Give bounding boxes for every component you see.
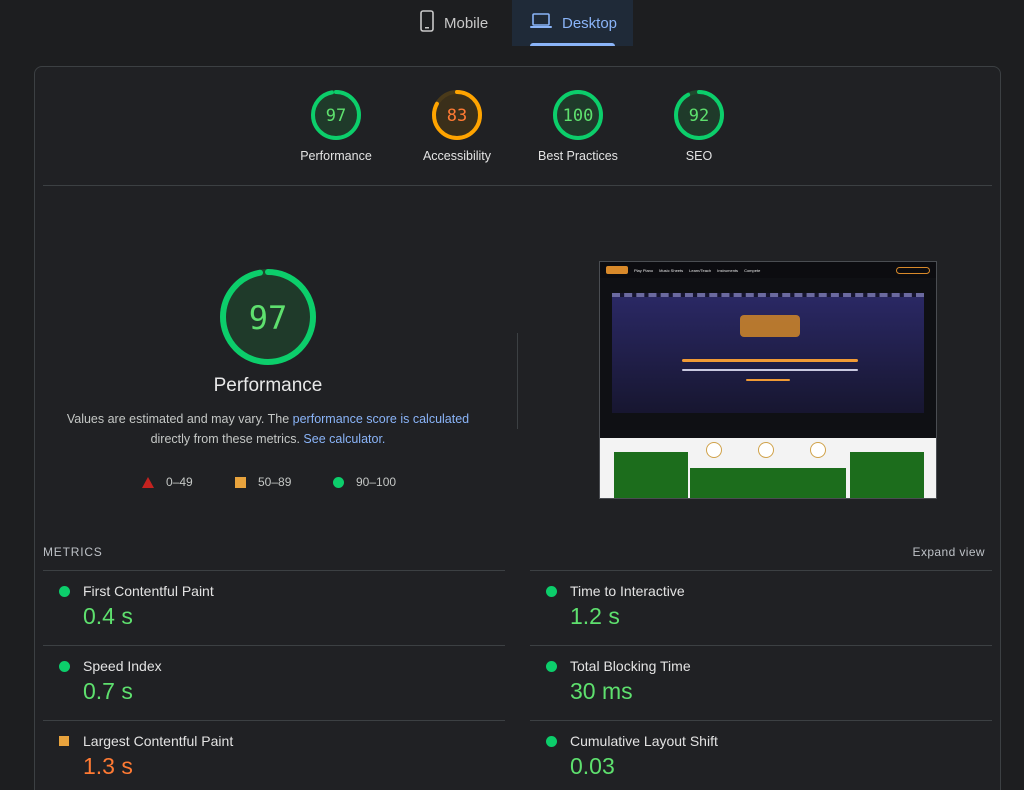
circle-pass-icon <box>546 586 557 597</box>
desc-text: Values are estimated and may vary. The <box>66 412 293 426</box>
metric-lcp: Largest Contentful Paint 1.3 s <box>43 720 505 790</box>
section-divider <box>43 185 992 186</box>
laptop-icon <box>530 13 552 33</box>
score-gauges: 97 Performance 83 Accessibility 100 Best… <box>35 89 1000 169</box>
metrics-heading: METRICS <box>43 545 103 559</box>
gauge-ring: 92 <box>674 90 724 140</box>
metric-value: 0.7 s <box>83 678 133 704</box>
thumb-hero <box>612 293 924 413</box>
vertical-divider <box>517 333 518 429</box>
tab-desktop[interactable]: Desktop <box>512 0 633 46</box>
performance-summary: 97 Performance Values are estimated and … <box>35 267 501 449</box>
expand-view-button[interactable]: Expand view <box>913 545 985 559</box>
gauge-best-practices[interactable]: 100 Best Practices <box>518 89 638 163</box>
thumb-ad-left <box>614 452 688 498</box>
gauge-ring: 100 <box>553 90 603 140</box>
metric-value: 0.03 <box>570 753 615 779</box>
performance-score: 97 <box>249 299 288 337</box>
performance-title: Performance <box>213 375 323 396</box>
final-screenshot-thumbnail[interactable]: Play Piano Music Sheets Learn/Teach Inst… <box>599 261 937 499</box>
gauge-score: 92 <box>689 106 709 126</box>
tab-mobile-label: Mobile <box>444 14 489 32</box>
thumb-badge <box>706 442 722 458</box>
legend-fail: 0–49 <box>142 475 193 489</box>
thumb-subline <box>682 369 858 371</box>
thumb-badge <box>810 442 826 458</box>
thumb-nav-item: Compete <box>744 267 761 273</box>
thumb-nav-item: Instruments <box>717 267 739 273</box>
thumb-nav-item: Learn/Teach <box>689 267 712 273</box>
gauge-score: 100 <box>563 106 594 126</box>
see-calculator-link[interactable]: See calculator. <box>303 432 385 446</box>
device-tabs: Mobile Desktop <box>0 0 1024 46</box>
thumb-nav-item: Music Sheets <box>659 267 684 273</box>
tab-mobile[interactable]: Mobile <box>402 0 510 46</box>
gauge-ring: 97 <box>311 90 361 140</box>
thumb-ad-area <box>600 438 936 498</box>
circle-pass-icon <box>546 661 557 672</box>
thumb-badge <box>758 442 774 458</box>
legend-average: 50–89 <box>235 475 291 489</box>
metric-label: Speed Index <box>83 658 162 674</box>
metric-value: 1.3 s <box>83 753 133 779</box>
performance-gauge: 97 <box>220 269 316 365</box>
legend-range: 50–89 <box>258 475 292 489</box>
performance-description: Values are estimated and may vary. The p… <box>35 409 501 449</box>
gauge-label: Performance <box>300 149 372 163</box>
thumb-headline <box>682 359 858 362</box>
gauge-score: 97 <box>326 106 346 126</box>
metric-value: 30 ms <box>570 678 633 704</box>
desc-text: directly from these metrics. <box>150 432 304 446</box>
thumb-nav-item: Play Piano <box>634 267 654 273</box>
metric-label: Time to Interactive <box>570 583 685 599</box>
thumb-cta <box>746 379 790 381</box>
gauge-label: Accessibility <box>422 149 492 163</box>
metric-fcp: First Contentful Paint 0.4 s <box>43 570 505 645</box>
report-card: 97 Performance 83 Accessibility 100 Best… <box>34 66 1001 790</box>
metrics-header: METRICS Expand view <box>43 545 993 565</box>
thumb-logo <box>606 266 628 274</box>
metric-cls: Cumulative Layout Shift 0.03 <box>530 720 992 790</box>
square-average-icon <box>59 736 69 746</box>
gauge-seo[interactable]: 92 SEO <box>639 89 759 163</box>
circle-pass-icon <box>546 736 557 747</box>
metric-speed-index: Speed Index 0.7 s <box>43 645 505 720</box>
metric-label: Cumulative Layout Shift <box>570 733 718 749</box>
metric-label: First Contentful Paint <box>83 583 214 599</box>
gauge-performance[interactable]: 97 Performance <box>276 89 396 163</box>
score-legend: 0–49 50–89 90–100 <box>142 475 442 495</box>
gauge-accessibility[interactable]: 83 Accessibility <box>397 89 517 163</box>
active-tab-indicator <box>530 43 615 46</box>
phone-icon <box>420 10 434 36</box>
metric-value: 0.4 s <box>83 603 133 629</box>
metric-tti: Time to Interactive 1.2 s <box>530 570 992 645</box>
gauge-score: 83 <box>447 106 467 126</box>
metric-value: 1.2 s <box>570 603 620 629</box>
gauge-ring: 83 <box>432 90 482 140</box>
thumb-ad-right <box>850 452 924 498</box>
thumb-ad-center <box>690 468 846 498</box>
legend-range: 0–49 <box>166 475 193 489</box>
square-average-icon <box>235 476 246 488</box>
gauge-label: Best Practices <box>538 149 618 163</box>
score-calculated-link[interactable]: performance score is calculated <box>293 412 469 426</box>
thumb-navbar: Play Piano Music Sheets Learn/Teach Inst… <box>600 262 936 278</box>
thumb-register-button <box>896 266 930 274</box>
thumb-brand-logo <box>740 315 800 337</box>
triangle-fail-icon <box>142 476 154 488</box>
circle-pass-icon <box>59 586 70 597</box>
metric-tbt: Total Blocking Time 30 ms <box>530 645 992 720</box>
circle-pass-icon <box>333 476 344 488</box>
legend-range: 90–100 <box>356 475 397 489</box>
metric-label: Total Blocking Time <box>570 658 691 674</box>
legend-pass: 90–100 <box>333 475 396 489</box>
tab-desktop-label: Desktop <box>562 14 618 32</box>
metric-label: Largest Contentful Paint <box>83 733 234 749</box>
circle-pass-icon <box>59 661 70 672</box>
gauge-label: SEO <box>685 149 713 163</box>
